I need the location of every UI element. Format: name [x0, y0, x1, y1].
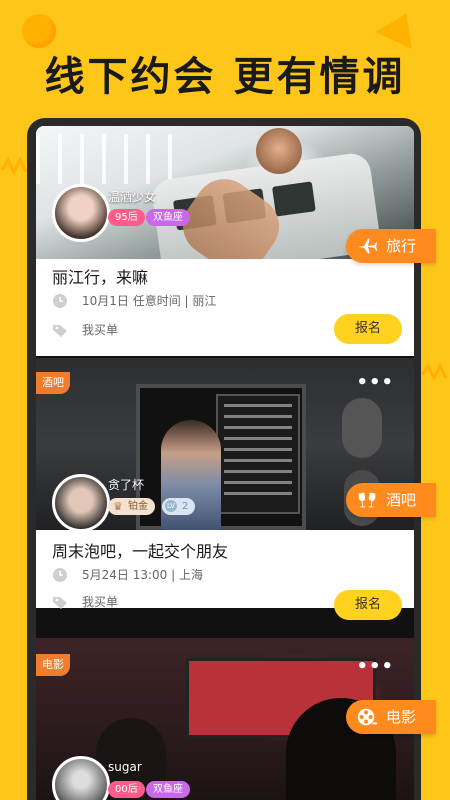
clock-icon: [53, 567, 67, 582]
activity-title: 丽江行，来嘛: [52, 268, 149, 287]
age-tag: 00后: [108, 781, 145, 798]
activity-time-location: 5月24日 13:00 | 上海: [52, 566, 203, 583]
signup-button[interactable]: 报名: [334, 314, 402, 344]
tag-icon: [53, 596, 67, 609]
film-reel-icon: [357, 708, 378, 726]
more-options-icon[interactable]: •••: [356, 372, 394, 393]
username: 贪了杯: [108, 478, 145, 492]
decor-triangle: [375, 4, 425, 50]
decor-circle: [22, 14, 56, 48]
airplane-icon: [357, 238, 378, 254]
more-options-icon[interactable]: •••: [356, 656, 394, 677]
activity-title: 周末泡吧，一起交个朋友: [52, 542, 229, 561]
rank-tag: 铂金: [108, 498, 155, 515]
age-tag: 95后: [108, 209, 145, 226]
decor-squiggle: [420, 362, 448, 382]
activity-time-location: 10月1日 任意时间 | 丽江: [52, 292, 216, 309]
cheers-icon: [358, 492, 376, 508]
signup-button[interactable]: 报名: [334, 590, 402, 620]
avatar[interactable]: [52, 474, 110, 532]
zodiac-tag: 双鱼座: [146, 209, 190, 226]
category-pill-movie[interactable]: 电影: [346, 700, 436, 734]
clock-icon: [53, 293, 67, 308]
headline: 线下约会 更有情调: [44, 54, 406, 100]
username: sugar: [108, 760, 142, 774]
username: 温酒少女: [108, 190, 157, 204]
level-tag: 2: [162, 498, 196, 515]
category-corner-tag: 酒吧: [36, 372, 70, 394]
payment-info: 我买单: [52, 593, 118, 610]
category-pill-travel[interactable]: 旅行: [346, 229, 436, 263]
category-corner-tag: 电影: [36, 654, 70, 676]
zodiac-tag: 双鱼座: [146, 781, 190, 798]
category-pill-bar[interactable]: 酒吧: [346, 483, 436, 517]
tag-icon: [53, 324, 67, 337]
feed[interactable]: 温酒少女 95后 双鱼座 丽江行，来嘛 10月1日 任意时间 | 丽江 我买单 …: [36, 126, 414, 800]
payment-info: 我买单: [52, 321, 118, 338]
avatar[interactable]: [52, 184, 110, 242]
